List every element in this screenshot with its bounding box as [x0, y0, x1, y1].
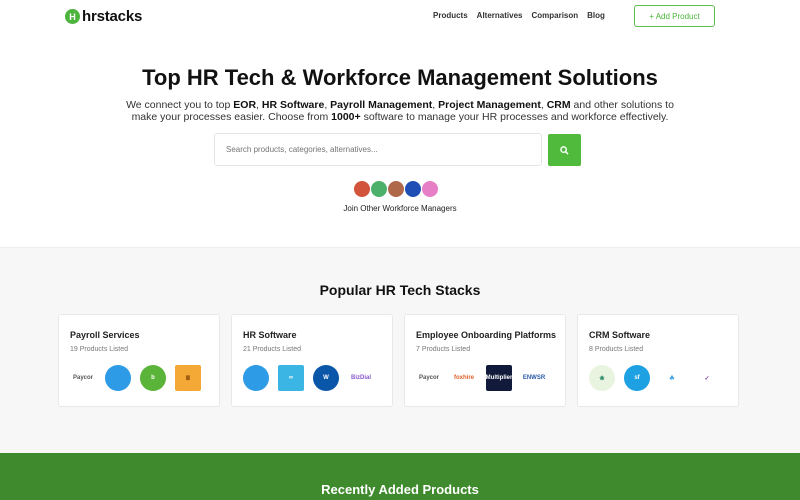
- page-title: Top HR Tech & Workforce Management Solut…: [142, 65, 658, 90]
- search-button[interactable]: [548, 134, 581, 166]
- main-nav: Products Alternatives Comparison Blog: [433, 11, 605, 20]
- product-logo-icon[interactable]: sf: [624, 365, 650, 391]
- product-logo-icon[interactable]: Ⅲ: [175, 365, 201, 391]
- product-logo-icon[interactable]: W: [313, 365, 339, 391]
- product-logo-icon[interactable]: foxhire: [451, 365, 477, 391]
- avatar-group: [353, 180, 439, 198]
- card-title: CRM Software: [589, 330, 651, 340]
- avatar: [387, 180, 405, 198]
- nav-products[interactable]: Products: [433, 11, 468, 20]
- card-title: Employee Onboarding Platforms: [416, 330, 557, 340]
- product-logo-icon[interactable]: ENWSR: [521, 365, 547, 391]
- product-logo-icon[interactable]: BizDial: [348, 365, 374, 391]
- product-logo-icon[interactable]: ❀: [589, 365, 615, 391]
- card-title: Payroll Services: [70, 330, 140, 340]
- stack-card[interactable]: CRM Software 8 Products Listed ❀ sf ☘ ✓: [577, 314, 739, 407]
- stack-card[interactable]: HR Software 21 Products Listed ∞ W BizDial: [231, 314, 393, 407]
- card-count: 21 Products Listed: [243, 346, 301, 353]
- popular-title: Popular HR Tech Stacks: [319, 282, 481, 298]
- join-caption: Join Other Workforce Managers: [343, 204, 457, 213]
- stack-card[interactable]: Employee Onboarding Platforms 7 Products …: [404, 314, 566, 407]
- product-logo-icon[interactable]: [243, 365, 269, 391]
- avatar: [353, 180, 371, 198]
- logo-mark-icon: H: [65, 9, 80, 24]
- nav-blog[interactable]: Blog: [587, 11, 605, 20]
- avatar: [404, 180, 422, 198]
- brand-logo[interactable]: Hhrstacks: [65, 8, 142, 25]
- brand-name: hrstacks: [82, 8, 143, 25]
- avatar: [421, 180, 439, 198]
- product-logo-icon[interactable]: Paycor: [70, 365, 96, 391]
- product-logo-icon[interactable]: Multiplier: [486, 365, 512, 391]
- product-logo-icon[interactable]: Paycor: [416, 365, 442, 391]
- card-count: 19 Products Listed: [70, 346, 128, 353]
- recent-title: Recently Added Products: [321, 482, 479, 497]
- search-icon: [560, 145, 569, 155]
- card-count: 8 Products Listed: [589, 346, 644, 353]
- product-logo-icon[interactable]: b: [140, 365, 166, 391]
- header: Hhrstacks Products Alternatives Comparis…: [0, 0, 800, 34]
- stack-card[interactable]: Payroll Services 19 Products Listed Paycor…: [58, 314, 220, 407]
- nav-comparison[interactable]: Comparison: [531, 11, 578, 20]
- card-count: 7 Products Listed: [416, 346, 471, 353]
- product-logo-icon[interactable]: [105, 365, 131, 391]
- card-title: HR Software: [243, 330, 297, 340]
- search-input[interactable]: [214, 133, 542, 166]
- product-logo-icon[interactable]: ☘: [659, 365, 685, 391]
- nav-alternatives[interactable]: Alternatives: [477, 11, 523, 20]
- avatar: [370, 180, 388, 198]
- hero-subtitle: We connect you to top EOR, HR Software, …: [126, 99, 674, 123]
- add-product-button[interactable]: + Add Product: [634, 5, 715, 27]
- product-logo-icon[interactable]: ∞: [278, 365, 304, 391]
- product-logo-icon[interactable]: ✓: [694, 365, 720, 391]
